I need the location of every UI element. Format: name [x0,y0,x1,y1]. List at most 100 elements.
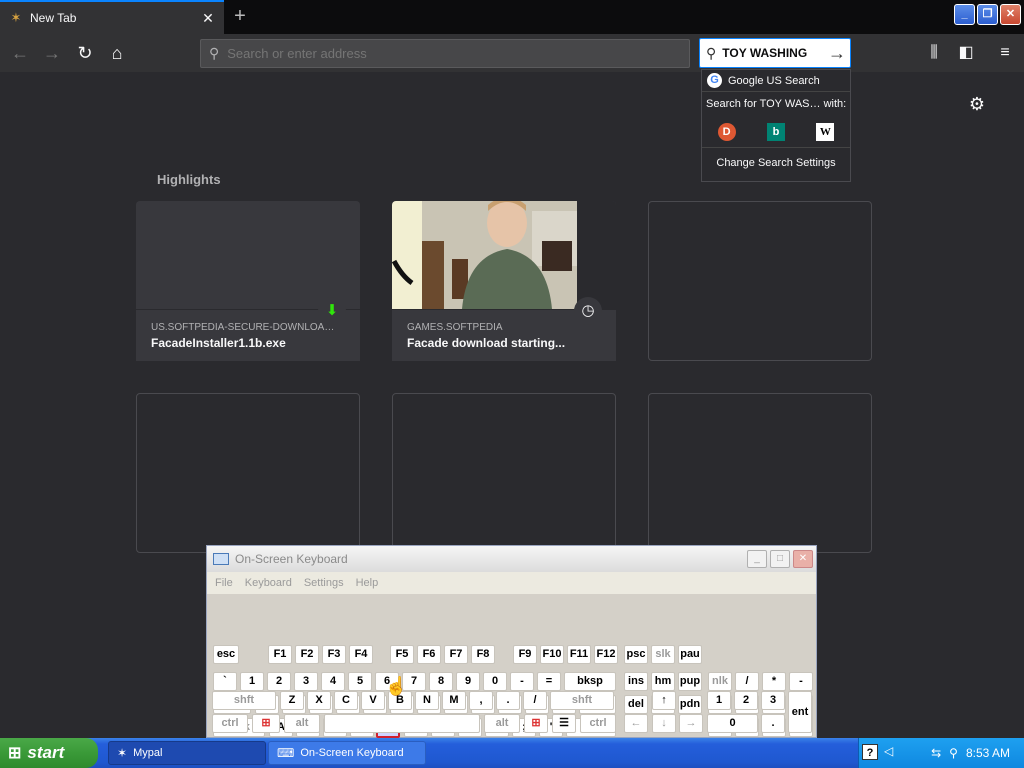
key[interactable]: F12 [594,645,618,664]
key[interactable]: F8 [471,645,495,664]
key[interactable]: hm [651,672,675,691]
home-icon[interactable]: ⌂ [103,39,131,67]
key[interactable]: = [537,672,561,691]
key[interactable]: / [735,672,759,691]
current-search-engine[interactable]: G Google US Search [702,70,850,92]
forward-arrow-icon[interactable]: → [38,39,66,67]
key[interactable]: pup [678,672,702,691]
highlight-card[interactable]: GAMES.SOFTPEDIA Facade download starting… [392,201,616,361]
key[interactable]: N [415,691,439,710]
key[interactable]: * [762,672,786,691]
key[interactable]: slk [651,645,675,664]
key[interactable]: F10 [540,645,564,664]
library-icon[interactable]: ⫼ [921,39,947,67]
close-window-button[interactable]: ✕ [1000,4,1021,25]
address-input[interactable] [227,46,668,61]
menu-help[interactable]: Help [356,577,379,589]
sidebar-icon[interactable]: ◧ [953,39,979,67]
search-input[interactable]: TOY WASHING [722,46,824,60]
key[interactable]: F1 [268,645,292,664]
osk-titlebar[interactable]: On-Screen Keyboard _ □ ✕ [207,546,816,572]
space-bar[interactable] [324,714,480,733]
down-arrow-key[interactable]: ↓ [652,714,676,733]
start-button[interactable]: ⊞ start [0,738,98,768]
key[interactable]: , [469,691,493,710]
restore-window-button[interactable]: ❐ [977,4,998,25]
osk-minimize-button[interactable]: _ [747,550,767,568]
address-bar[interactable]: ⚲ [200,39,690,68]
key[interactable]: V [361,691,385,710]
key[interactable]: del [624,695,648,714]
key[interactable]: nlk [708,672,732,691]
key[interactable]: shft [550,691,614,710]
change-search-settings-button[interactable]: Change Search Settings [702,148,850,178]
key[interactable]: F7 [444,645,468,664]
key[interactable]: F11 [567,645,591,664]
key[interactable]: F9 [513,645,537,664]
reload-icon[interactable]: ↻ [71,39,99,67]
duckduckgo-icon[interactable]: D [717,122,736,141]
key[interactable]: 3 [761,691,785,710]
key[interactable]: pdn [678,695,702,714]
key[interactable]: 9 [456,672,480,691]
menu-file[interactable]: File [215,577,233,589]
key[interactable]: Z [280,691,304,710]
search-tray-icon[interactable]: ⚲ [949,746,958,760]
taskbar-item-osk[interactable]: ⌨ On-Screen Keyboard [268,741,426,765]
network-icon[interactable]: ⇆ [931,746,941,760]
key[interactable]: alt [484,714,520,733]
key[interactable]: 0 [707,714,758,733]
menu-keyboard[interactable]: Keyboard [245,577,292,589]
left-arrow-key[interactable]: ← [624,714,648,733]
new-tab-button[interactable]: + [228,6,252,28]
windows-logo-icon[interactable]: ⊞ [252,714,280,733]
key[interactable]: / [523,691,547,710]
key[interactable]: 1 [240,672,264,691]
key[interactable]: - [510,672,534,691]
bing-icon[interactable]: b [766,122,785,141]
volume-icon[interactable]: ◁ [884,744,893,758]
key[interactable]: X [307,691,331,710]
windows-logo-icon[interactable]: ⊞ [524,714,548,733]
key[interactable]: pau [678,645,702,664]
taskbar-item-mypal[interactable]: ✶ Mypal [108,741,266,765]
key[interactable]: 5 [348,672,372,691]
menu-settings[interactable]: Settings [304,577,344,589]
key[interactable]: ent [788,691,812,733]
key[interactable]: 3 [294,672,318,691]
key[interactable]: 1 [707,691,731,710]
key[interactable]: psc [624,645,648,664]
wikipedia-icon[interactable]: W [816,122,835,141]
search-go-arrow-icon[interactable]: → [824,43,850,64]
key[interactable]: 2 [267,672,291,691]
tab-new-tab[interactable]: ✶ New Tab ✕ [0,0,224,34]
osk-close-button[interactable]: ✕ [793,550,813,568]
key[interactable]: C [334,691,358,710]
key[interactable]: 4 [321,672,345,691]
up-arrow-key[interactable]: ↑ [652,691,676,710]
key[interactable]: ctrl [580,714,616,733]
key[interactable]: F5 [390,645,414,664]
key[interactable]: - [789,672,813,691]
clock[interactable]: 8:53 AM [966,746,1010,760]
right-arrow-key[interactable]: → [679,714,703,733]
key[interactable]: shft [212,691,276,710]
osk-maximize-button[interactable]: □ [770,550,790,568]
help-icon[interactable]: ? [862,744,878,760]
minimize-window-button[interactable]: _ [954,4,975,25]
context-menu-key-icon[interactable]: ☰ [552,714,576,733]
key[interactable]: F6 [417,645,441,664]
key[interactable]: 2 [734,691,758,710]
key[interactable]: ins [624,672,648,691]
back-arrow-icon[interactable]: ← [6,39,34,67]
gear-icon[interactable]: ⚙ [966,94,988,116]
key[interactable]: 0 [483,672,507,691]
key[interactable]: ` [213,672,237,691]
key[interactable]: ctrl [212,714,248,733]
tab-close-icon[interactable]: ✕ [198,8,218,28]
key[interactable]: bksp [564,672,616,691]
search-bar[interactable]: ⚲ TOY WASHING → [699,38,851,68]
highlight-card[interactable]: US.SOFTPEDIA-SECURE-DOWNLOA… FacadeInsta… [136,201,360,361]
key[interactable]: 8 [429,672,453,691]
key[interactable]: F3 [322,645,346,664]
